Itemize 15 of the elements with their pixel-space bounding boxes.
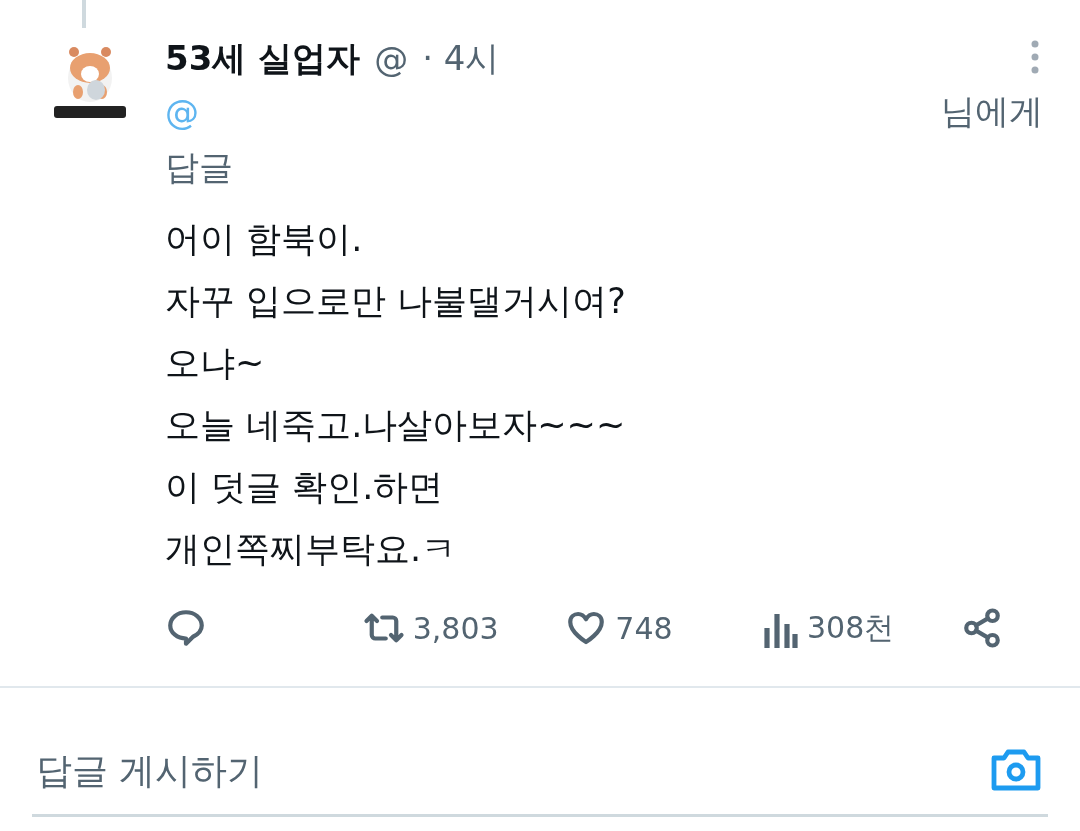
tweet-text: 어이 함북이. (165, 218, 364, 261)
reply-label: 답글 (165, 146, 233, 189)
retweet-count: 3,803 (412, 610, 499, 646)
post-time: · 4시 (422, 37, 500, 80)
reply-to-text: 님에게 (941, 90, 1043, 133)
tweet-text: 오늘 네죽고.나살아보자~~~ (165, 404, 627, 447)
like-count: 748 (615, 610, 673, 646)
user-handle[interactable]: @ (374, 39, 409, 79)
tweet-text: 개인쪽찌부탁요.ㅋ (165, 528, 458, 571)
views-count: 308천 (807, 608, 895, 647)
tweet-text: 오냐~ (165, 342, 266, 385)
tweet-text: 이 덧글 확인.하면 (165, 466, 445, 509)
tweet-text: 자꾸 입으로만 나불댈거시여? (165, 280, 627, 323)
display-name[interactable]: 53세 실업자 (165, 36, 361, 82)
reply-icon[interactable] (165, 607, 207, 649)
